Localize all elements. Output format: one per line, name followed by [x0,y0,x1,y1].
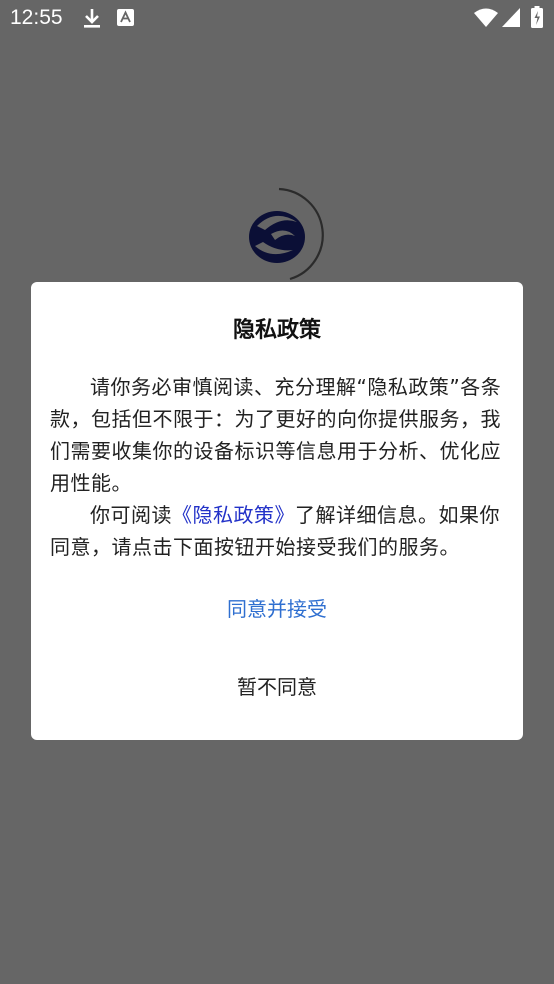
dialog-paragraph-1: 请你务必审慎阅读、充分理解“隐私政策”各条款，包括但不限于：为了更好的向你提供服… [50,375,502,495]
accept-button[interactable]: 同意并接受 [31,590,523,628]
download-icon [84,9,100,28]
app-logo-icon [249,211,305,263]
wifi-icon [474,8,498,27]
dialog-paragraph-2: 你可阅读《隐私政策》了解详细信息。如果你同意，请点击下面按钮开始接受我们的服务。 [50,499,504,563]
paragraph-2-prefix: 你可阅读 [90,503,172,527]
privacy-policy-link[interactable]: 《隐私政策》 [172,503,295,527]
splash-logo [235,186,327,282]
app-notification-icon [117,9,134,26]
battery-charging-icon [531,6,543,28]
dialog-title: 隐私政策 [232,318,321,343]
signal-icon [502,8,520,27]
status-bar: 12:55 [0,0,554,36]
status-time: 12:55 [10,6,63,29]
privacy-dialog: 隐私政策 请你务必审慎阅读、充分理解“隐私政策”各条款，包括但不限于：为了更好的… [31,282,523,740]
decline-button[interactable]: 暂不同意 [31,668,523,706]
dialog-body: 请你务必审慎阅读、充分理解“隐私政策”各条款，包括但不限于：为了更好的向你提供服… [50,371,504,563]
